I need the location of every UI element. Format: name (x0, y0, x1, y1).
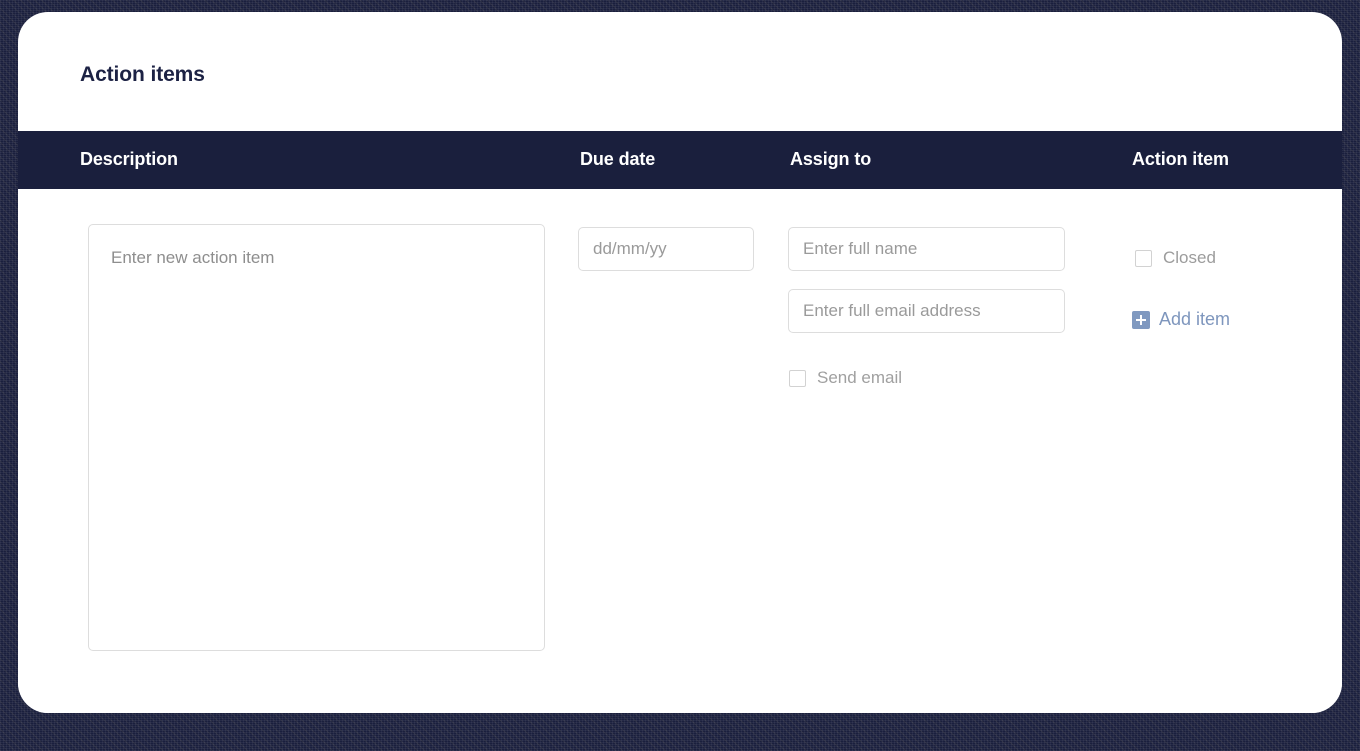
closed-label: Closed (1163, 248, 1216, 267)
assignee-email-input[interactable] (788, 289, 1065, 333)
column-header-due-date: Due date (580, 149, 656, 169)
column-header-assign-to: Assign to (790, 149, 872, 169)
description-textarea[interactable] (88, 224, 545, 651)
due-date-input[interactable] (578, 227, 754, 271)
plus-square-icon (1132, 310, 1150, 329)
closed-checkbox-row[interactable]: Closed (1135, 248, 1216, 268)
table-body: Send email Closed Add item (18, 189, 1342, 713)
checkbox-unchecked-icon[interactable] (789, 369, 806, 387)
checkbox-unchecked-icon[interactable] (1135, 249, 1152, 267)
add-item-label: Add item (1159, 309, 1231, 329)
column-header-description: Description (80, 149, 178, 169)
table-header-row: Description Due date Assign to Action it… (18, 131, 1342, 189)
add-item-button[interactable]: Add item (1132, 309, 1230, 330)
send-email-checkbox-row[interactable]: Send email (789, 368, 902, 388)
column-header-action-item: Action item (1132, 149, 1229, 169)
action-items-card: Action items Description Due date Assign… (18, 12, 1342, 713)
page-title: Action items (80, 63, 205, 86)
send-email-label: Send email (817, 368, 903, 387)
assignee-name-input[interactable] (788, 227, 1065, 271)
